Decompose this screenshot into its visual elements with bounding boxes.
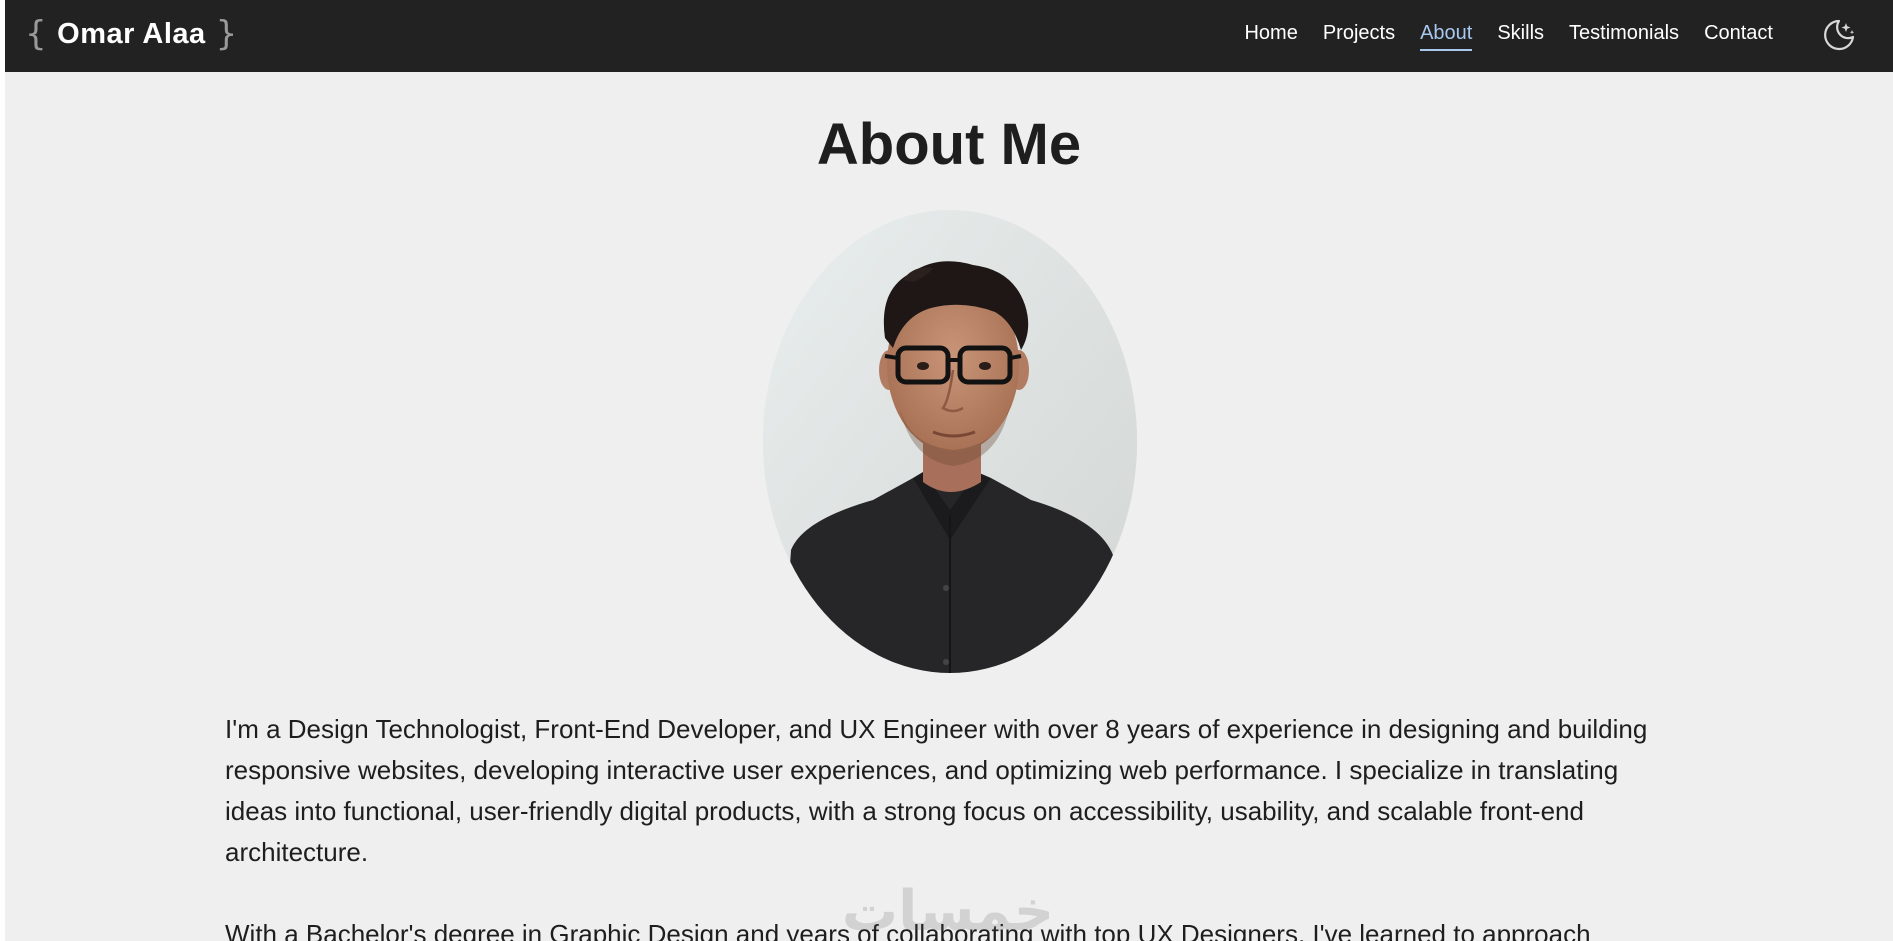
about-paragraph-1: I'm a Design Technologist, Front-End Dev… <box>225 714 1648 867</box>
moon-stars-icon <box>1824 19 1855 51</box>
nav-contact-link[interactable]: Contact <box>1704 22 1773 45</box>
brand-name: Omar Alaa <box>57 17 206 50</box>
page: { Omar Alaa } Home Projects About Skills… <box>5 0 1893 941</box>
brand-close-brace: } <box>215 14 238 54</box>
main-nav: Home Projects About Skills Testimonials … <box>1219 0 1773 66</box>
brand-logo[interactable]: { Omar Alaa } <box>25 14 238 54</box>
theme-toggle-button[interactable] <box>1821 17 1857 53</box>
nav-skills-link[interactable]: Skills <box>1497 22 1544 45</box>
page-title: About Me <box>816 112 1082 177</box>
brand-open-brace: { <box>25 14 48 54</box>
nav-home-link[interactable]: Home <box>1244 22 1297 45</box>
nav-testimonials-link[interactable]: Testimonials <box>1569 22 1679 45</box>
nav-about-link[interactable]: About <box>1420 22 1473 51</box>
profile-portrait-illustration <box>763 210 1137 673</box>
nav-projects-link[interactable]: Projects <box>1323 22 1395 45</box>
about-paragraph-2: With a Bachelor's degree in Graphic Desi… <box>225 919 1591 941</box>
profile-photo <box>763 210 1137 673</box>
top-navbar: { Omar Alaa } Home Projects About Skills… <box>5 0 1893 72</box>
